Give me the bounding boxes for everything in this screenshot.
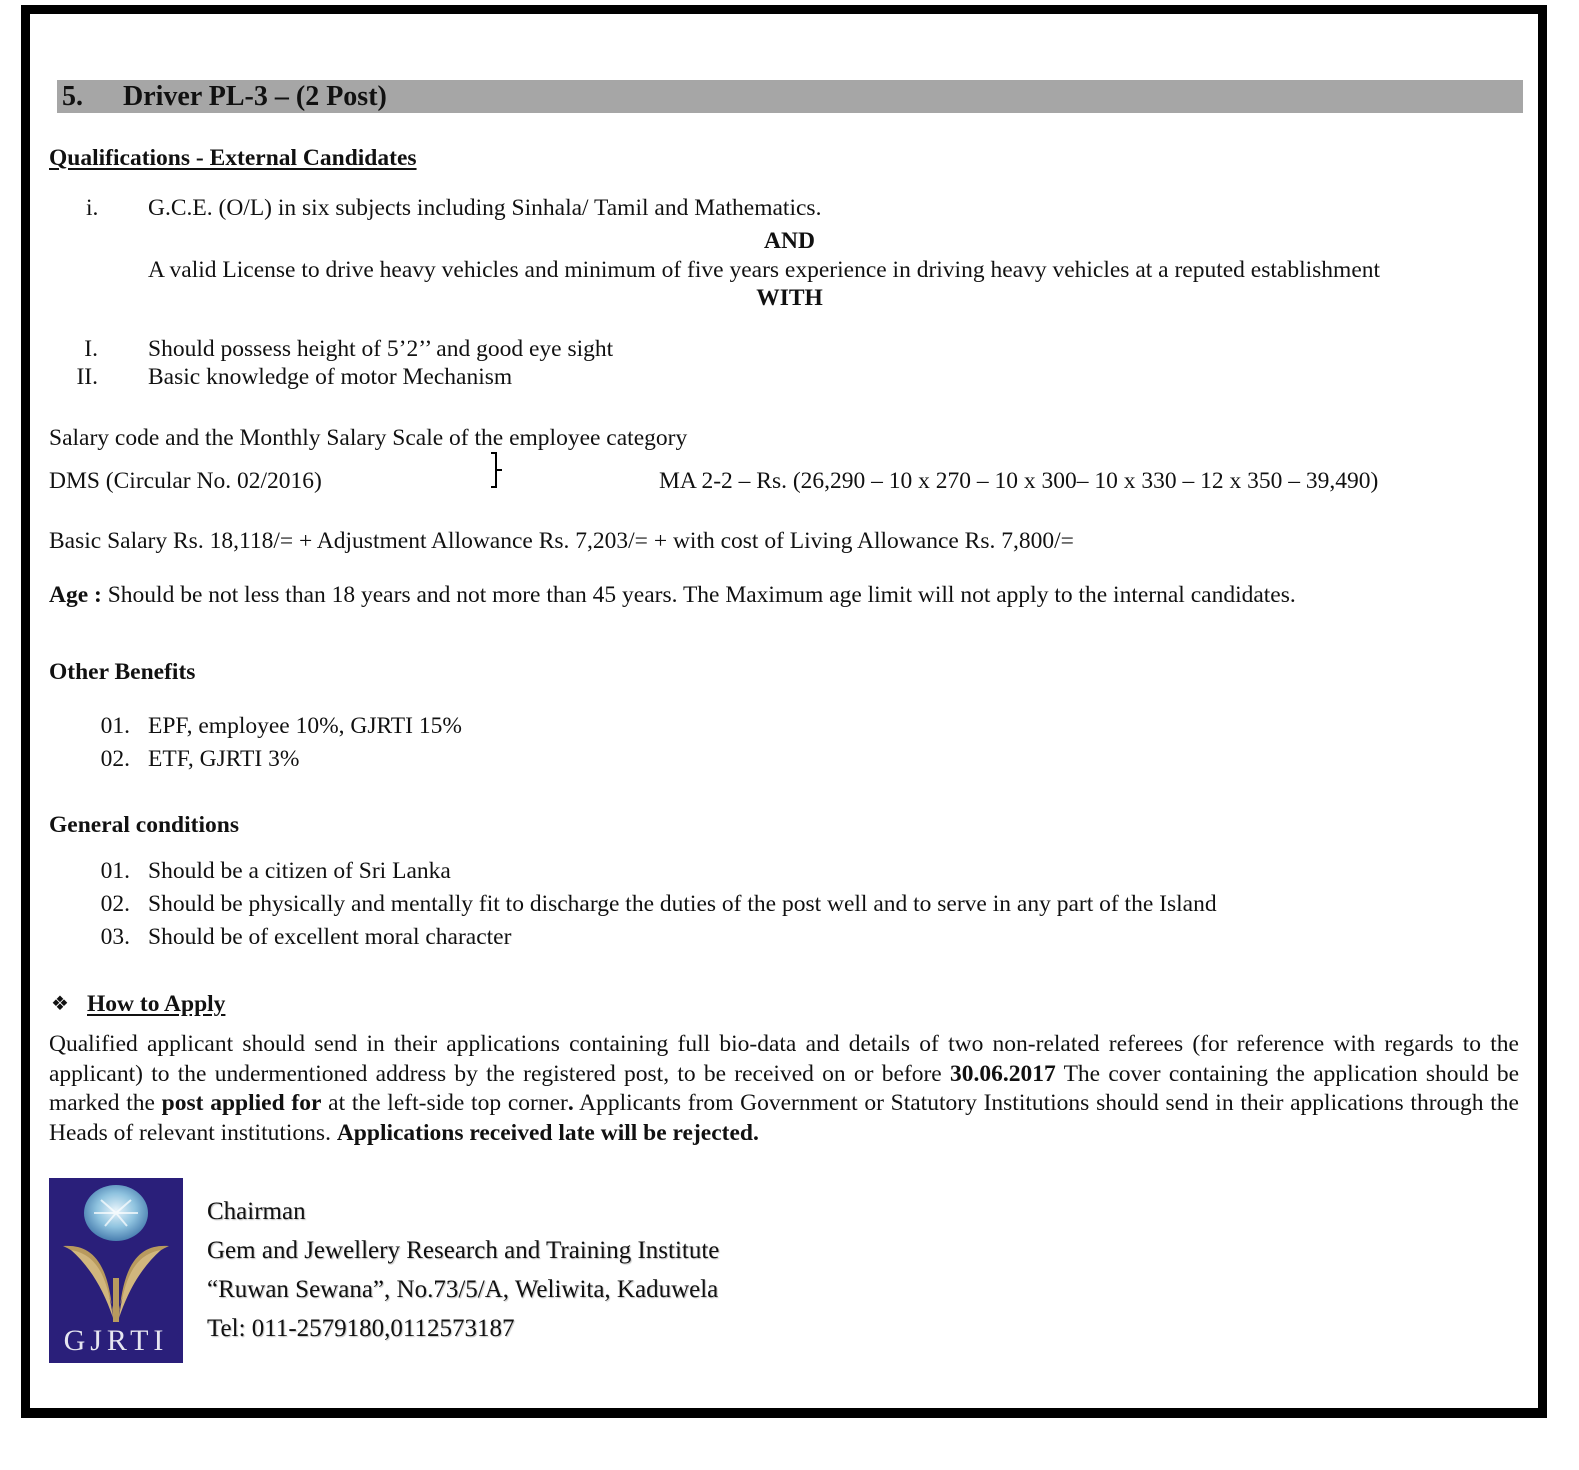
condition-item: Should be physically and mentally fit to… (148, 891, 1217, 917)
condition-marker: 02. (100, 891, 130, 917)
license-requirement: A valid License to drive heavy vehicles … (148, 257, 1381, 283)
age-text: Should be not less than 18 years and not… (101, 582, 1296, 608)
other-benefits-heading: Other Benefits (49, 659, 196, 685)
diamond-bullet-icon: ❖ (51, 993, 69, 1015)
salary-scale: MA 2-2 – Rs. (26,290 – 10 x 270 – 10 x 3… (659, 468, 1379, 494)
qualification-item: G.C.E. (O/L) in six subjects including S… (148, 195, 822, 221)
how-to-apply-paragraph: Qualified applicant should send in their… (49, 1030, 1519, 1148)
connector-and: AND (764, 228, 815, 254)
benefit-marker: 01. (100, 713, 130, 739)
age-requirement: Age : Should be not less than 18 years a… (49, 581, 1296, 609)
general-conditions-heading: General conditions (49, 812, 239, 838)
condition-marker: 03. (100, 924, 130, 950)
salary-heading: Salary code and the Monthly Salary Scale… (49, 425, 688, 451)
how-to-apply-heading: How to Apply (87, 991, 226, 1017)
benefit-item: ETF, GJRTI 3% (148, 746, 300, 772)
benefit-item: EPF, employee 10%, GJRTI 15% (148, 713, 462, 739)
connector-with: WITH (756, 285, 823, 311)
age-label: Age : (49, 582, 102, 608)
section-title: Driver PL-3 – (2 Post) (123, 81, 387, 112)
qualification-marker: i. (86, 195, 99, 221)
brace-icon (491, 452, 502, 488)
condition-item: Should be a citizen of Sri Lanka (148, 858, 451, 884)
additional-item: Should possess height of 5’2’’ and good … (148, 336, 614, 362)
salary-breakdown: Basic Salary Rs. 18,118/= + Adjustment A… (49, 528, 1074, 554)
late-warning: Applications received late will be rejec… (336, 1119, 759, 1146)
post-applied-for: post applied for (161, 1090, 322, 1116)
apply-text: at the left-side top corner (321, 1090, 568, 1116)
condition-marker: 01. (100, 858, 130, 884)
deadline-date: 30.06.2017 (950, 1060, 1056, 1087)
salary-code: DMS (Circular No. 02/2016) (49, 468, 322, 494)
additional-marker: II. (76, 364, 98, 390)
contact-title: Chairman (207, 1198, 306, 1225)
contact-phone: Tel: 011-2579180,0112573187 (207, 1315, 515, 1342)
contact-address: “Ruwan Sewana”, No.73/5/A, Weliwita, Kad… (207, 1276, 719, 1303)
additional-marker: I. (84, 336, 98, 362)
qualifications-heading: Qualifications - External Candidates (49, 145, 417, 171)
gjrti-logo: GJRTI (49, 1178, 183, 1363)
contact-institute: Gem and Jewellery Research and Training … (207, 1237, 720, 1264)
additional-item: Basic knowledge of motor Mechanism (148, 364, 513, 390)
section-number: 5. (62, 81, 83, 112)
benefit-marker: 02. (100, 746, 130, 772)
logo-text: GJRTI (63, 1324, 169, 1357)
condition-item: Should be of excellent moral character (148, 924, 512, 950)
